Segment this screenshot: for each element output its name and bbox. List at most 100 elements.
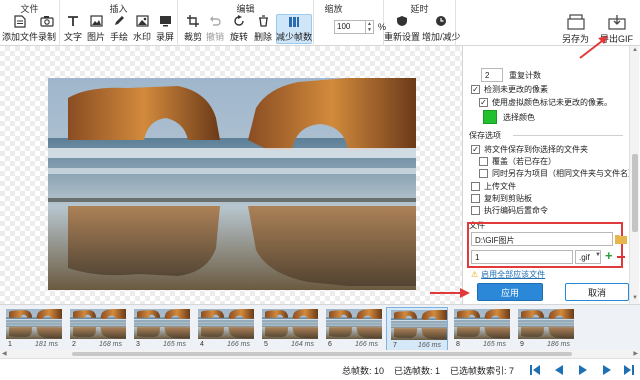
frame-timeline: 1 181 ms 2 168 ms 3 165 ms 4 166 ms 5 164 ms 6 166 … xyxy=(0,304,640,358)
save-stack-icon xyxy=(566,14,585,30)
export-gif-button[interactable]: 导出GIF xyxy=(600,14,633,44)
picture-icon xyxy=(89,14,103,28)
apply-button[interactable]: 应用 xyxy=(477,283,543,301)
frame-number: 4 xyxy=(200,341,204,348)
overwrite-option[interactable]: 覆盖（若已存在） xyxy=(479,156,556,167)
reset-button[interactable]: 重新设置 xyxy=(384,14,420,44)
brush-button[interactable]: 手绘 xyxy=(110,14,128,44)
frame-thumbnail xyxy=(70,309,126,339)
delete-label: 删除 xyxy=(254,32,273,42)
checkbox-unchecked[interactable] xyxy=(471,182,480,191)
scroll-down-icon[interactable]: ▼ xyxy=(630,295,640,301)
timeline-frame[interactable]: 7 166 ms xyxy=(386,307,448,351)
crop-button[interactable]: 裁剪 xyxy=(184,14,202,44)
timeline-frame[interactable]: 4 166 ms xyxy=(194,307,256,351)
watermark-button[interactable]: 水印 xyxy=(133,14,151,44)
detect-unchanged-option[interactable]: ✓ 检测未更改的像素 xyxy=(471,84,548,95)
ribbon-toolbar: 文件 添加文件 录制 插入 文字 图片 手绘 水印 录屏 编辑 裁剪 撤销 旋转… xyxy=(0,0,640,46)
undo-button[interactable]: 撤销 xyxy=(206,14,224,44)
timeline-scrollbar[interactable]: ◀ ▶ xyxy=(0,350,640,358)
scrollbar-thumb[interactable] xyxy=(72,352,572,356)
frame-thumbnail xyxy=(454,309,510,339)
frame-delay: 166 ms xyxy=(418,342,441,349)
timeline-frame[interactable]: 5 164 ms xyxy=(258,307,320,351)
frame-number: 8 xyxy=(456,341,460,348)
frame-preview-image xyxy=(48,78,416,290)
checkbox-checked[interactable]: ✓ xyxy=(471,85,480,94)
checkbox-unchecked[interactable] xyxy=(471,194,480,203)
checkbox-unchecked[interactable] xyxy=(479,157,488,166)
next-frame-button[interactable] xyxy=(600,363,614,377)
timeline-frame[interactable]: 9 186 ms xyxy=(514,307,576,351)
play-button[interactable] xyxy=(576,363,590,377)
zoom-group-title: 缩放 xyxy=(324,4,343,14)
scroll-up-icon[interactable]: ▲ xyxy=(630,47,640,53)
add-icon[interactable]: + xyxy=(605,248,613,263)
copy-clipboard-option[interactable]: 复制到剪贴板 xyxy=(471,193,532,204)
frames-icon xyxy=(287,15,301,28)
save-as-button[interactable]: 另存为 xyxy=(562,14,589,44)
export-gif-label: 导出GIF xyxy=(600,34,633,44)
frame-delay: 166 ms xyxy=(227,341,250,348)
scroll-left-icon[interactable]: ◀ xyxy=(2,350,7,357)
zoom-spinner[interactable]: ▲ ▼ xyxy=(366,20,374,34)
scrollbar-thumb[interactable] xyxy=(632,154,638,232)
use-color-mark-label: 使用虚拟颜色标记未更改的像素。 xyxy=(492,98,612,107)
checkbox-unchecked[interactable] xyxy=(479,169,488,178)
total-frames-text: 总帧数: 10 xyxy=(342,366,385,376)
save-to-folder-option[interactable]: ✓ 将文件保存到你选择的文件夹 xyxy=(471,144,588,155)
image-button[interactable]: 图片 xyxy=(87,14,105,44)
file-name-input[interactable]: 1 xyxy=(471,250,573,264)
text-button[interactable]: 文字 xyxy=(64,14,82,44)
add-reduce-button[interactable]: 增加/减少 xyxy=(422,14,461,44)
zoom-input[interactable]: 100 xyxy=(334,20,366,34)
use-color-mark-option[interactable]: ✓ 使用虚拟颜色标记未更改的像素。 xyxy=(479,97,612,108)
upload-file-option[interactable]: 上传文件 xyxy=(471,181,516,192)
timeline-frame[interactable]: 3 165 ms xyxy=(130,307,192,351)
cancel-button[interactable]: 取消 xyxy=(565,283,629,301)
watermark-icon xyxy=(135,14,149,28)
timeline-frame[interactable]: 6 166 ms xyxy=(322,307,384,351)
brush-label: 手绘 xyxy=(110,32,129,42)
clock-icon xyxy=(434,14,448,28)
panel-scrollbar[interactable]: ▲ ▼ xyxy=(629,46,639,304)
record-button[interactable]: 录制 xyxy=(38,14,56,44)
color-swatch[interactable] xyxy=(483,110,497,124)
checkbox-unchecked[interactable] xyxy=(471,206,480,215)
frame-number: 7 xyxy=(393,342,397,349)
checkbox-checked[interactable]: ✓ xyxy=(479,98,488,107)
overwrite-label: 覆盖（若已存在） xyxy=(492,157,556,166)
first-frame-button[interactable] xyxy=(528,363,542,377)
folder-path-input[interactable]: D:\GIF图片 xyxy=(471,232,613,246)
frame-delay: 164 ms xyxy=(291,341,314,348)
repeat-count-input[interactable]: 2 xyxy=(481,68,503,82)
remove-icon[interactable] xyxy=(617,256,625,258)
copy-clipboard-label: 复制到剪贴板 xyxy=(484,194,532,203)
save-as-project-option[interactable]: 同时另存为项目（相同文件夹与文件名） xyxy=(479,168,636,179)
edit-group: 编辑 裁剪 撤销 旋转 删除 减少帧数 xyxy=(178,0,314,46)
text-icon xyxy=(66,14,80,28)
run-command-label: 执行编码后置命令 xyxy=(484,206,548,215)
frame-delay: 166 ms xyxy=(355,341,378,348)
screen-icon xyxy=(158,14,172,28)
frame-number: 2 xyxy=(72,341,76,348)
rotate-button[interactable]: 旋转 xyxy=(230,14,248,44)
delete-button[interactable]: 删除 xyxy=(254,14,272,44)
shield-icon xyxy=(395,14,409,28)
status-bar: 总帧数: 10 已选帧数: 1 已选帧数索引: 7 xyxy=(0,358,640,380)
timeline-frame[interactable]: 1 181 ms xyxy=(2,307,64,351)
reduce-frames-button[interactable]: 减少帧数 xyxy=(276,14,312,44)
text-label: 文字 xyxy=(64,32,83,42)
run-command-option[interactable]: 执行编码后置命令 xyxy=(471,205,548,216)
checkbox-checked[interactable]: ✓ xyxy=(471,145,480,154)
folder-icon[interactable] xyxy=(615,234,627,244)
add-file-button[interactable]: 添加文件 xyxy=(2,14,38,44)
previous-frame-button[interactable] xyxy=(552,363,566,377)
frame-thumbnail xyxy=(198,309,254,339)
timeline-frame[interactable]: 8 165 ms xyxy=(450,307,512,351)
warning-label: 启用全部应该文件 xyxy=(481,270,546,279)
screen-button[interactable]: 录屏 xyxy=(156,14,174,44)
last-frame-button[interactable] xyxy=(622,363,636,377)
scroll-right-icon[interactable]: ▶ xyxy=(633,350,638,357)
timeline-frame[interactable]: 2 168 ms xyxy=(66,307,128,351)
